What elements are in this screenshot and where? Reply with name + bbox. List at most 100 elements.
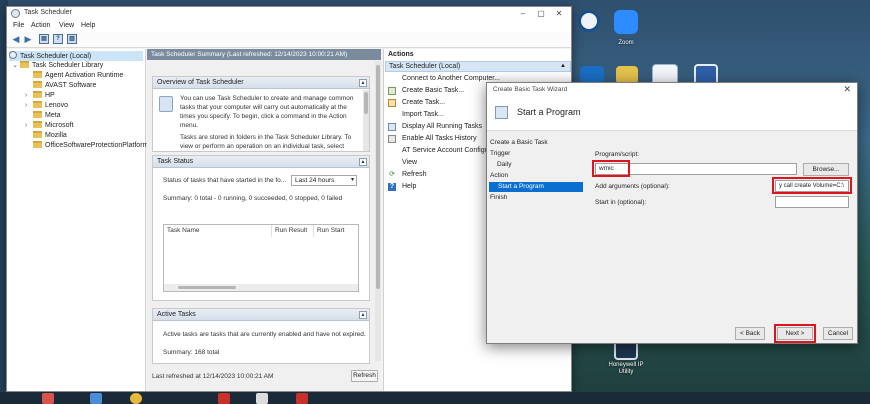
task-status-header[interactable]: Task Status ▲	[153, 156, 369, 168]
cancel-button[interactable]: Cancel	[823, 327, 853, 340]
refresh-button[interactable]: Refresh	[351, 370, 378, 382]
scrollbar-thumb[interactable]	[178, 286, 236, 289]
close-icon[interactable]: ✕	[843, 84, 851, 95]
summary-header: Task Scheduler Summary (Last refreshed: …	[147, 49, 381, 60]
console-tree: Task Scheduler (Local) ⌄ Task Scheduler …	[7, 49, 148, 391]
action-label: Create Basic Task...	[402, 87, 465, 94]
honeywell-label: Honeywell IP Utility	[608, 362, 644, 375]
tree-folder-mozilla[interactable]: Mozilla	[33, 131, 67, 141]
actions-section-label: Task Scheduler (Local)	[389, 63, 461, 70]
tree-item-root[interactable]: Task Scheduler (Local)	[9, 51, 143, 61]
overview-section-header[interactable]: Overview of Task Scheduler ▲	[153, 77, 369, 89]
tree-folder-avast[interactable]: AVAST Software	[33, 81, 96, 91]
start-in-label: Start in (optional):	[595, 199, 647, 206]
scrollbar-thumb[interactable]	[376, 65, 380, 289]
task-scheduler-app-icon	[11, 9, 20, 18]
collapse-icon[interactable]: ▲	[359, 158, 367, 166]
browse-button[interactable]: Browse...	[803, 163, 849, 176]
console-tree-icon[interactable]: ▤	[39, 34, 49, 44]
menu-file[interactable]: File	[13, 22, 24, 29]
summary-pane: Task Scheduler Summary (Last refreshed: …	[147, 49, 381, 391]
start-in-input[interactable]	[775, 196, 849, 208]
collapse-icon[interactable]: ▲	[359, 311, 367, 319]
zoom-label: Zoom	[618, 40, 634, 46]
folder-label: OfficeSoftwareProtectionPlatform	[45, 142, 149, 149]
action-label: Enable All Tasks History	[402, 135, 477, 142]
folder-icon	[33, 141, 42, 148]
wizard-titlebar[interactable]: Create Basic Task Wizard ✕	[487, 83, 857, 97]
step-trigger: Trigger	[490, 150, 511, 157]
chrome-taskbar-icon[interactable]	[130, 393, 142, 404]
expand-caret-icon[interactable]: ⌄	[12, 61, 18, 71]
menu-help[interactable]: Help	[81, 22, 95, 29]
highlight-next-button	[774, 324, 816, 343]
folder-icon	[33, 91, 42, 98]
active-tasks-summary: Summary: 168 total	[163, 349, 220, 356]
tree-folder-agent[interactable]: Agent Activation Runtime	[33, 71, 123, 81]
active-tasks-text: Active tasks are tasks that are currentl…	[163, 331, 366, 338]
app-taskbar-icon[interactable]	[256, 393, 268, 404]
action-label: Refresh	[402, 171, 427, 178]
column-run-start[interactable]: Run Start	[314, 225, 360, 237]
step-action: Action	[490, 172, 509, 179]
back-arrow-icon[interactable]: ◀	[11, 34, 21, 44]
expand-caret-icon[interactable]: ›	[23, 121, 29, 131]
column-run-result[interactable]: Run Result	[272, 225, 314, 237]
collapse-icon[interactable]: ▲	[560, 62, 566, 71]
app-taskbar-icon[interactable]	[42, 393, 54, 404]
wizard-step-icon	[495, 106, 508, 119]
tree-folder-microsoft[interactable]: Microsoft	[33, 121, 73, 131]
action-pane-icon[interactable]: ▥	[67, 34, 77, 44]
chevron-down-icon: ▾	[350, 177, 354, 183]
pdf-taskbar-icon[interactable]	[218, 393, 230, 404]
expand-caret-icon[interactable]: ›	[23, 91, 29, 101]
folder-icon	[33, 111, 42, 118]
menu-bar: File Action View Help	[7, 21, 571, 32]
maximize-icon[interactable]: ▢	[533, 8, 549, 19]
active-tasks-header[interactable]: Active Tasks ▲	[153, 309, 369, 321]
minimize-icon[interactable]: –	[515, 8, 531, 19]
tree-folder-meta[interactable]: Meta	[33, 111, 61, 121]
close-icon[interactable]: ✕	[551, 8, 567, 19]
app-taskbar-icon[interactable]	[90, 393, 102, 404]
menu-action[interactable]: Action	[31, 22, 50, 29]
highlight-program-box	[592, 160, 630, 177]
task-status-table: Task Name Run Result Run Start	[163, 224, 359, 292]
folder-icon	[33, 71, 42, 78]
tree-folder-lenovo[interactable]: Lenovo	[33, 101, 68, 111]
wizard-steps: Create a Basic Task Trigger Daily Action…	[487, 131, 585, 343]
column-task-name[interactable]: Task Name	[164, 225, 272, 237]
collapse-icon[interactable]: ▲	[359, 79, 367, 87]
info-icon	[159, 96, 173, 112]
actions-section-header[interactable]: Task Scheduler (Local) ▲	[385, 61, 571, 72]
tree-library-label: Task Scheduler Library	[32, 62, 104, 69]
summary-scrollbar[interactable]	[375, 61, 381, 361]
webex-shortcut-icon[interactable]	[578, 10, 600, 32]
folder-icon	[33, 131, 42, 138]
overview-scrollbar[interactable]	[363, 90, 369, 151]
tree-folder-hp[interactable]: HP	[33, 91, 55, 101]
menu-view[interactable]: View	[59, 22, 74, 29]
horizontal-scrollbar[interactable]	[164, 284, 358, 291]
pdf-taskbar-icon[interactable]	[296, 393, 308, 404]
tree-item-library[interactable]: Task Scheduler Library	[20, 61, 103, 71]
program-script-label: Program/script:	[595, 151, 640, 158]
task-status-section: Task Status ▲ Status of tasks that have s…	[152, 155, 370, 301]
back-button[interactable]: < Back	[735, 327, 765, 340]
status-summary: Summary: 0 total - 0 running, 0 succeede…	[163, 195, 343, 202]
highlight-arguments-box	[772, 177, 852, 194]
zoom-shortcut-icon[interactable]	[614, 10, 638, 34]
folder-icon	[33, 81, 42, 88]
status-period-select[interactable]: Last 24 hours ▾	[291, 175, 357, 186]
folder-label: HP	[45, 92, 55, 99]
tree-folder-office[interactable]: OfficeSoftwareProtectionPlatform	[33, 141, 148, 151]
folder-label: Mozilla	[45, 132, 67, 139]
expand-caret-icon[interactable]: ›	[23, 101, 29, 111]
scrollbar-thumb[interactable]	[364, 92, 368, 114]
overview-section: Overview of Task Scheduler ▲ You can use …	[152, 76, 370, 152]
active-tasks-section: Active Tasks ▲ Active tasks are tasks tha…	[152, 308, 370, 364]
forward-arrow-icon[interactable]: ▶	[23, 34, 33, 44]
help-icon: ?	[388, 183, 396, 191]
window-titlebar[interactable]: Task Scheduler – ▢ ✕	[7, 7, 571, 21]
help-toolbar-icon[interactable]: ?	[53, 34, 63, 44]
